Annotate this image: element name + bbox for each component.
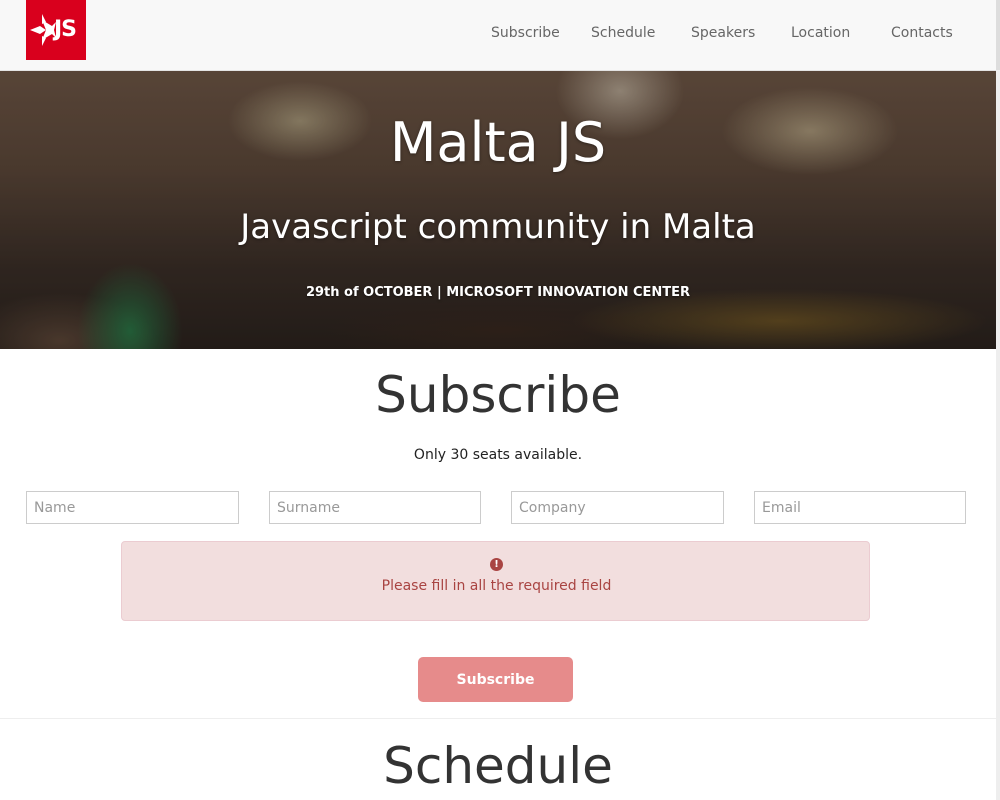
- top-navbar: JS Subscribe Schedule Speakers Location …: [0, 0, 996, 71]
- subscribe-heading: Subscribe: [375, 366, 621, 424]
- company-input[interactable]: [511, 491, 724, 524]
- nav-schedule-link[interactable]: Schedule: [591, 25, 655, 41]
- hero-title: Malta JS: [389, 111, 607, 174]
- nav-speakers-link[interactable]: Speakers: [691, 25, 755, 41]
- hero-subtitle: Javascript community in Malta: [240, 207, 756, 247]
- schedule-heading: Schedule: [383, 737, 613, 795]
- logo-text: JS: [54, 17, 77, 42]
- name-input[interactable]: [26, 491, 239, 524]
- malta-js-logo[interactable]: JS: [26, 0, 86, 60]
- nav-location-link[interactable]: Location: [791, 25, 850, 41]
- nav-subscribe-link[interactable]: Subscribe: [491, 25, 560, 41]
- hero-date-location: 29th of OCTOBER | MICROSOFT INNOVATION C…: [305, 285, 691, 300]
- hero-banner: Malta JS Javascript community in Malta 2…: [0, 71, 996, 349]
- email-input[interactable]: [754, 491, 966, 524]
- error-alert-text: Please fill in all the required field: [381, 578, 612, 594]
- scrollbar-track[interactable]: [996, 70, 1000, 800]
- seats-available-text: Only 30 seats available.: [413, 447, 583, 463]
- scrollbar-track-top: [996, 0, 1000, 70]
- subscribe-button[interactable]: Subscribe: [418, 657, 573, 702]
- nav-contacts-link[interactable]: Contacts: [891, 25, 953, 41]
- exclamation-circle-icon: !: [490, 558, 503, 571]
- surname-input[interactable]: [269, 491, 481, 524]
- error-alert: ! Please fill in all the required field: [121, 541, 870, 621]
- section-divider: [0, 718, 996, 719]
